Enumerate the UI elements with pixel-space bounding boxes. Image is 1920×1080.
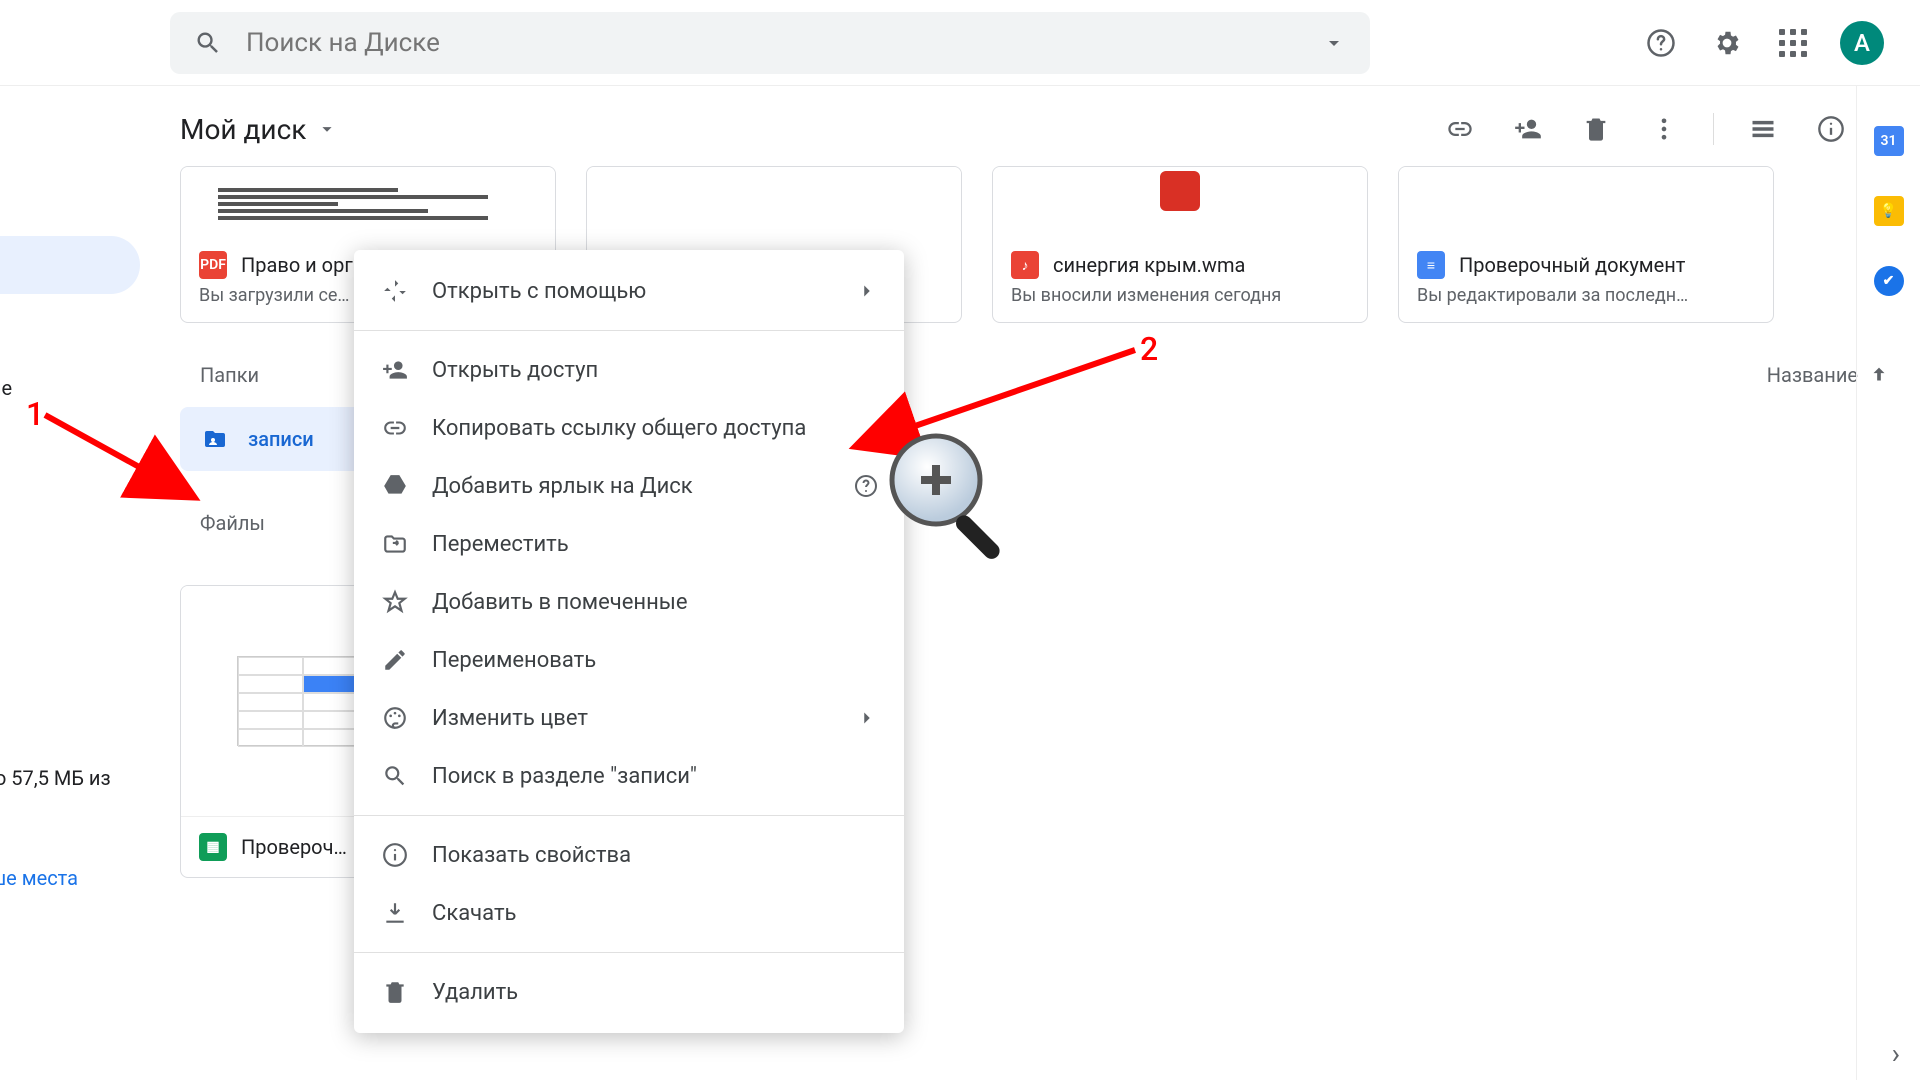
context-menu-item-info[interactable]: Показать свойства bbox=[354, 826, 904, 884]
card-thumbnail bbox=[587, 167, 961, 237]
file-name: Провероч… bbox=[241, 835, 347, 859]
context-menu-item-drive-add[interactable]: Добавить ярлык на Диск bbox=[354, 457, 904, 515]
search-in-icon bbox=[380, 761, 410, 791]
dropdown-caret-icon[interactable] bbox=[1322, 31, 1346, 55]
sidebar-active-pill bbox=[0, 236, 140, 294]
info-icon bbox=[380, 840, 410, 870]
drive-add-icon bbox=[380, 471, 410, 501]
context-menu-item-link[interactable]: Копировать ссылку общего доступа bbox=[354, 399, 904, 457]
annotation-label-2: 2 bbox=[1140, 330, 1158, 368]
download-icon bbox=[380, 898, 410, 928]
context-menu-item-share[interactable]: Открыть доступ bbox=[354, 341, 904, 399]
shared-folder-icon bbox=[200, 427, 230, 451]
context-menu-item-download[interactable]: Скачать bbox=[354, 884, 904, 942]
card-subtitle: Вы редактировали за последн… bbox=[1399, 285, 1773, 322]
help-icon[interactable] bbox=[1642, 24, 1680, 62]
star-icon bbox=[380, 587, 410, 617]
side-rail: 31 💡 ✔ bbox=[1856, 86, 1920, 1080]
context-menu-label: Показать свойства bbox=[432, 843, 631, 868]
context-menu-item-rename[interactable]: Переименовать bbox=[354, 631, 904, 689]
context-menu-separator bbox=[354, 952, 904, 953]
context-menu-label: Удалить bbox=[432, 980, 518, 1005]
breadcrumb-row: Мой диск bbox=[170, 110, 1920, 166]
card-subtitle: Вы вносили изменения сегодня bbox=[993, 285, 1367, 322]
storage-text: ю 57,5 МБ из bbox=[0, 766, 111, 790]
folder-name: записи bbox=[248, 427, 314, 451]
topbar: А bbox=[0, 0, 1920, 86]
list-view-icon[interactable] bbox=[1744, 110, 1782, 148]
rename-icon bbox=[380, 645, 410, 675]
context-menu-item-trash[interactable]: Удалить bbox=[354, 963, 904, 1021]
context-menu-label: Открыть с помощью bbox=[432, 279, 646, 304]
context-menu-label: Скачать bbox=[432, 901, 516, 926]
context-menu-label: Переместить bbox=[432, 532, 569, 557]
card-thumbnail bbox=[993, 167, 1367, 237]
keep-addon-icon[interactable]: 💡 bbox=[1874, 196, 1904, 226]
doc-icon: ≡ bbox=[1417, 251, 1445, 279]
move-icon bbox=[380, 529, 410, 559]
context-menu-label: Копировать ссылку общего доступа bbox=[432, 416, 806, 441]
context-menu-label: Открыть доступ bbox=[432, 358, 598, 383]
context-menu-item-open-with[interactable]: Открыть с помощью bbox=[354, 262, 904, 320]
search-box[interactable] bbox=[170, 12, 1370, 74]
breadcrumb[interactable]: Мой диск bbox=[180, 113, 338, 146]
more-icon[interactable] bbox=[1645, 110, 1683, 148]
share-icon bbox=[380, 355, 410, 385]
card-title: Право и орг… bbox=[241, 253, 366, 277]
quick-access-card[interactable]: ≡ Проверочный документ Вы редактировали з… bbox=[1398, 166, 1774, 323]
open-with-icon bbox=[380, 276, 410, 306]
card-thumbnail bbox=[1399, 167, 1773, 237]
main-area: не ю 57,5 МБ из ше места Мой диск bbox=[0, 86, 1920, 1080]
trash-icon bbox=[380, 977, 410, 1007]
help-icon[interactable] bbox=[854, 474, 878, 498]
context-menu-label: Поиск в разделе "записи" bbox=[432, 764, 697, 789]
search-icon bbox=[194, 29, 222, 57]
card-title: Проверочный документ bbox=[1459, 253, 1685, 277]
context-menu-item-move[interactable]: Переместить bbox=[354, 515, 904, 573]
link-icon bbox=[380, 413, 410, 443]
context-menu-item-star[interactable]: Добавить в помеченные bbox=[354, 573, 904, 631]
sheet-icon: ▦ bbox=[199, 833, 227, 861]
toolbar-divider bbox=[1713, 113, 1714, 145]
topbar-actions: А bbox=[1642, 21, 1884, 65]
account-avatar[interactable]: А bbox=[1840, 21, 1884, 65]
context-menu-label: Переименовать bbox=[432, 648, 596, 673]
buy-storage-link[interactable]: ше места bbox=[0, 866, 78, 890]
audio-icon: ♪ bbox=[1011, 251, 1039, 279]
trash-icon[interactable] bbox=[1577, 110, 1615, 148]
audio-thumb-icon bbox=[1160, 171, 1200, 211]
folders-heading-label: Папки bbox=[200, 363, 259, 387]
add-person-icon[interactable] bbox=[1509, 110, 1547, 148]
breadcrumb-label: Мой диск bbox=[180, 113, 306, 146]
selection-toolbar bbox=[1441, 110, 1890, 148]
context-menu-item-palette[interactable]: Изменить цвет bbox=[354, 689, 904, 747]
chevron-down-icon bbox=[316, 118, 338, 140]
info-icon[interactable] bbox=[1812, 110, 1850, 148]
quick-access-card[interactable]: ♪ синергия крым.wma Вы вносили изменения … bbox=[992, 166, 1368, 323]
card-title: синергия крым.wma bbox=[1053, 253, 1245, 277]
context-menu-label: Добавить в помеченные bbox=[432, 590, 688, 615]
card-thumbnail bbox=[181, 167, 555, 237]
context-menu: Открыть с помощью Открыть доступ Копироват… bbox=[354, 250, 904, 1033]
chevron-right-icon bbox=[856, 707, 878, 729]
tasks-addon-icon[interactable]: ✔ bbox=[1874, 266, 1904, 296]
settings-gear-icon[interactable] bbox=[1708, 24, 1746, 62]
chevron-right-icon bbox=[856, 280, 878, 302]
annotation-label-1: 1 bbox=[26, 395, 44, 433]
context-menu-separator bbox=[354, 330, 904, 331]
sidebar-fragment: не ю 57,5 МБ из ше места bbox=[0, 86, 170, 1080]
context-menu-separator bbox=[354, 815, 904, 816]
calendar-addon-icon[interactable]: 31 bbox=[1874, 126, 1904, 156]
context-menu-item-search-in[interactable]: Поиск в разделе "записи" bbox=[354, 747, 904, 805]
files-heading-label: Файлы bbox=[200, 511, 265, 535]
pdf-icon: PDF bbox=[199, 251, 227, 279]
palette-icon bbox=[380, 703, 410, 733]
sidebar-text-fragment: не bbox=[0, 376, 12, 400]
apps-grid-icon[interactable] bbox=[1774, 24, 1812, 62]
search-input[interactable] bbox=[246, 28, 1322, 58]
context-menu-label: Добавить ярлык на Диск bbox=[432, 474, 693, 499]
get-link-icon[interactable] bbox=[1441, 110, 1479, 148]
sort-label: Название bbox=[1767, 363, 1858, 387]
context-menu-label: Изменить цвет bbox=[432, 706, 588, 731]
